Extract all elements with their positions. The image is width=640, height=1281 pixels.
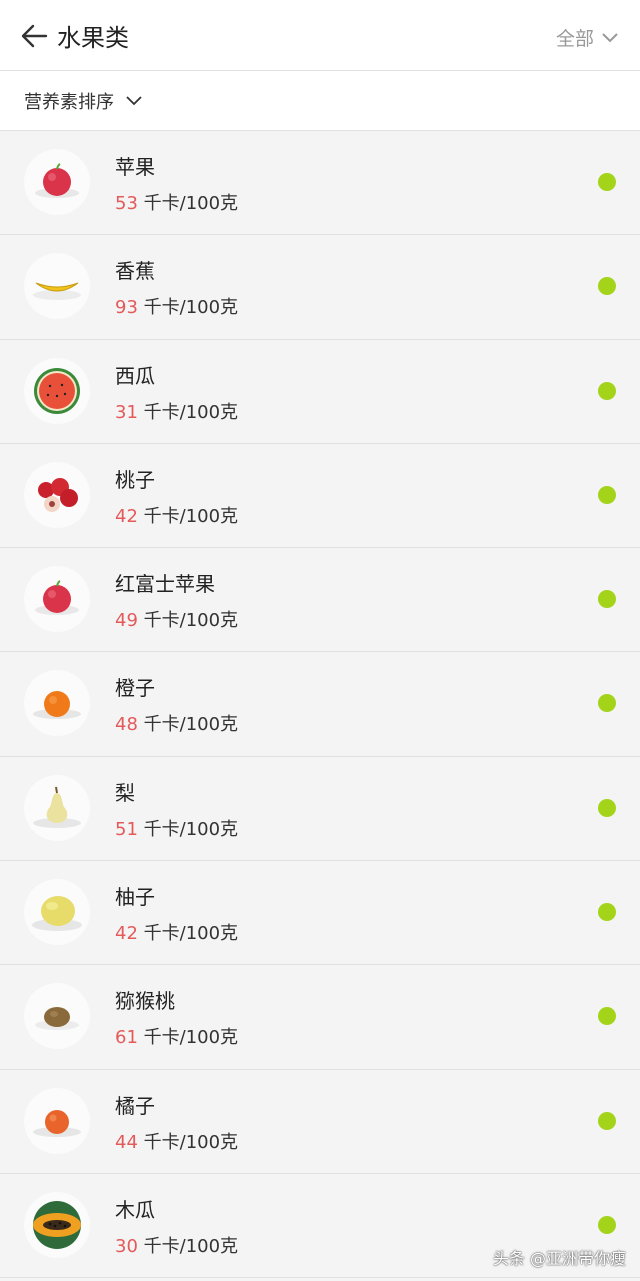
list-item[interactable]: 红富士苹果 49 千卡/100克 — [0, 548, 640, 653]
calorie-unit: 千卡/100克 — [143, 714, 239, 736]
peach-icon — [24, 461, 90, 528]
food-name: 红富士苹果 — [115, 572, 215, 597]
calorie-value: 49 — [115, 610, 138, 632]
chevron-down-icon — [602, 32, 618, 42]
calorie-unit: 千卡/100克 — [143, 193, 239, 214]
page-title: 水果类 — [57, 24, 129, 52]
filter-dropdown[interactable]: 全部 — [556, 24, 618, 51]
calorie-value: 48 — [115, 714, 138, 736]
calorie-value: 42 — [115, 923, 138, 945]
list-item[interactable]: 猕猴桃 61 千卡/100克 — [0, 965, 640, 1070]
status-dot — [598, 1007, 616, 1026]
status-dot — [598, 1111, 616, 1130]
calorie-unit: 千卡/100克 — [143, 505, 239, 527]
list-item[interactable]: 香蕉 93 千卡/100克 — [0, 235, 640, 340]
food-name: 猕猴桃 — [115, 989, 175, 1014]
calorie-info: 44 千卡/100克 — [115, 1128, 238, 1154]
sort-dropdown[interactable]: 营养素排序 — [0, 71, 640, 131]
calorie-info: 48 千卡/100克 — [115, 710, 238, 736]
kiwi-icon — [24, 983, 90, 1050]
calorie-unit: 千卡/100克 — [143, 610, 239, 632]
list-item[interactable]: 梨 51 千卡/100克 — [0, 756, 640, 862]
calorie-info: 31 千卡/100克 — [115, 398, 238, 424]
food-name: 柚子 — [115, 885, 155, 910]
calorie-info: 61 千卡/100克 — [115, 1023, 238, 1049]
sort-label: 营养素排序 — [24, 91, 114, 113]
status-dot — [598, 590, 616, 609]
papaya-icon — [24, 1191, 90, 1258]
status-dot — [598, 798, 616, 817]
chevron-down-icon — [126, 95, 142, 105]
calorie-info: 42 千卡/100克 — [115, 919, 238, 945]
calorie-value: 30 — [115, 1235, 138, 1257]
status-dot — [598, 381, 616, 400]
calorie-value: 53 — [115, 193, 138, 214]
food-name: 梨 — [115, 780, 135, 805]
status-dot — [598, 173, 616, 191]
food-name: 木瓜 — [115, 1197, 155, 1222]
watermelon-icon — [24, 357, 90, 424]
filter-label: 全部 — [555, 28, 594, 50]
food-name: 苹果 — [115, 155, 155, 179]
calorie-value: 42 — [115, 505, 138, 527]
food-list: 苹果 53 千卡/100克 香蕉 93 千卡/100克 西瓜 31 千卡/100克 桃子 42… — [0, 131, 640, 1279]
food-name: 橘子 — [115, 1093, 155, 1118]
calorie-unit: 千卡/100克 — [143, 923, 239, 945]
calorie-info: 42 千卡/100克 — [115, 502, 238, 528]
calorie-info: 49 千卡/100克 — [115, 606, 238, 632]
calorie-unit: 千卡/100克 — [143, 401, 239, 423]
status-dot — [598, 485, 616, 504]
calorie-value: 51 — [115, 818, 138, 840]
food-name: 香蕉 — [115, 259, 155, 284]
apple-icon — [24, 149, 90, 215]
tangerine-icon — [24, 1087, 90, 1154]
status-dot — [598, 277, 616, 296]
calorie-unit: 千卡/100克 — [143, 297, 239, 319]
list-item[interactable]: 橙子 48 千卡/100克 — [0, 652, 640, 757]
calorie-value: 93 — [115, 297, 138, 319]
calorie-info: 53 千卡/100克 — [115, 189, 238, 215]
calorie-info: 51 千卡/100克 — [115, 815, 238, 841]
status-dot — [598, 1215, 616, 1234]
food-name: 桃子 — [115, 467, 155, 492]
list-item[interactable]: 西瓜 31 千卡/100克 — [0, 339, 640, 444]
list-item[interactable]: 桃子 42 千卡/100克 — [0, 443, 640, 549]
food-name: 橙子 — [115, 676, 155, 701]
banana-icon — [24, 253, 90, 320]
calorie-unit: 千卡/100克 — [143, 1235, 239, 1257]
calorie-info: 93 千卡/100克 — [115, 293, 238, 319]
watermark: 头条 @亚洲带你瘦 — [492, 1249, 626, 1268]
calorie-value: 31 — [115, 401, 138, 423]
pear-icon — [24, 774, 90, 841]
calorie-unit: 千卡/100克 — [143, 818, 239, 840]
list-item[interactable]: 苹果 53 千卡/100克 — [0, 131, 640, 236]
apple-icon — [24, 566, 90, 633]
calorie-unit: 千卡/100克 — [143, 1027, 239, 1049]
pomelo-icon — [24, 879, 90, 946]
list-item[interactable]: 柚子 42 千卡/100克 — [0, 861, 640, 966]
list-item[interactable]: 橘子 44 千卡/100克 — [0, 1069, 640, 1174]
calorie-value: 61 — [115, 1027, 138, 1049]
calorie-info: 30 千卡/100克 — [115, 1232, 238, 1258]
orange-icon — [24, 670, 90, 737]
status-dot — [598, 903, 616, 922]
back-arrow-icon[interactable] — [20, 22, 50, 50]
top-bar: 水果类 全部 — [0, 0, 640, 71]
calorie-unit: 千卡/100克 — [143, 1131, 239, 1153]
food-name: 西瓜 — [115, 363, 155, 388]
calorie-value: 44 — [115, 1131, 138, 1153]
status-dot — [598, 694, 616, 713]
